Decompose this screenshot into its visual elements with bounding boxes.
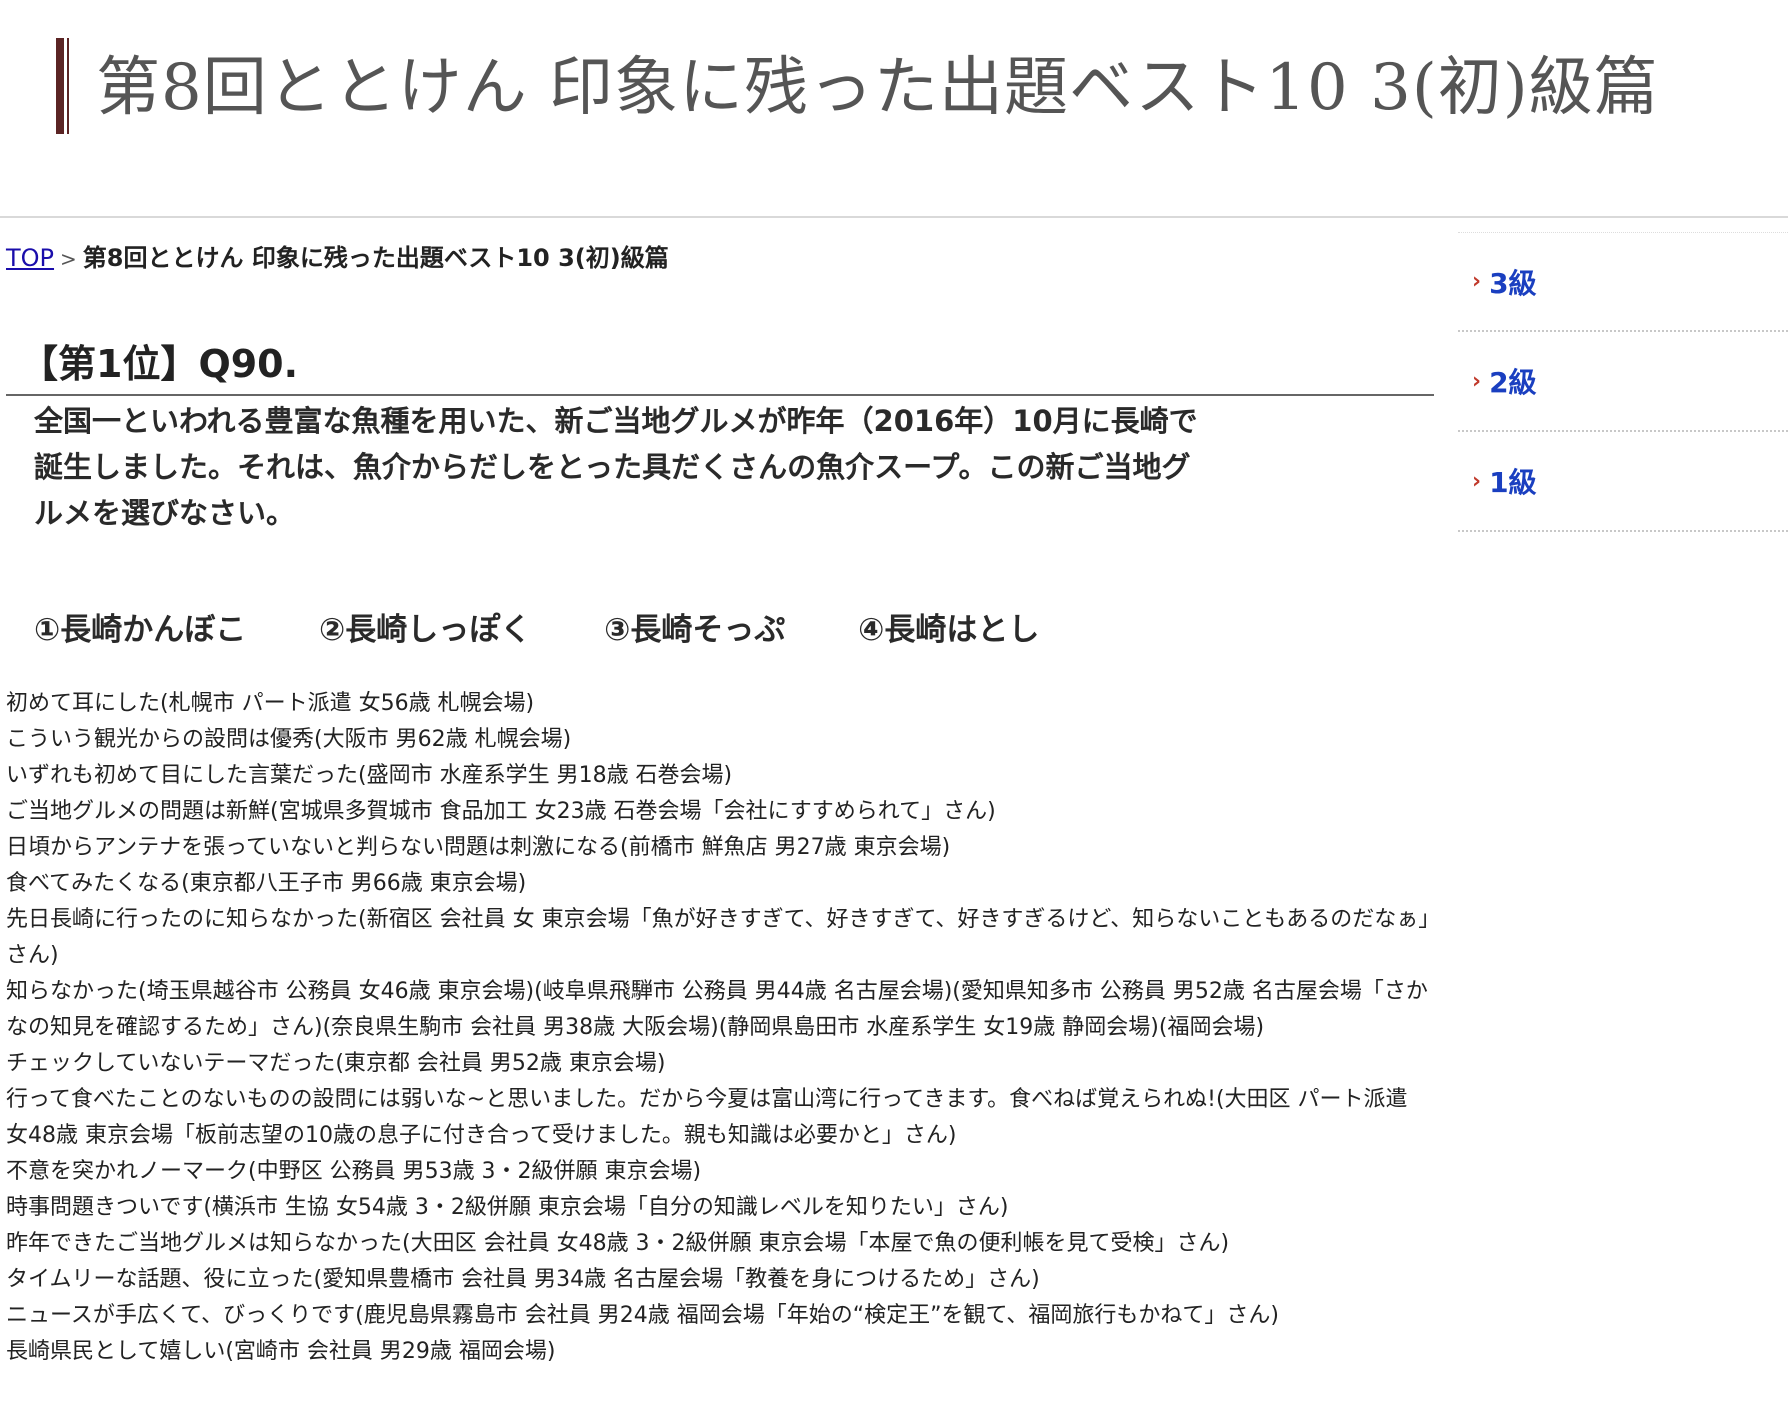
comment-item: 食べてみたくなる(東京都八王子市 男66歳 東京会場): [6, 871, 527, 896]
comment-item: 不意を突かれノーマーク(中野区 公務員 男53歳 3・2級併願 東京会場): [6, 1159, 702, 1184]
option-4: ④長崎はとし: [858, 612, 1040, 648]
option-2: ②長崎しっぽく: [319, 612, 532, 648]
chevron-right-icon: ›: [1472, 468, 1482, 494]
comment-item: ニュースが手広くて、びっくりです(鹿児島県霧島市 会社員 男24歳 福岡会場「年…: [6, 1303, 1279, 1328]
sidebar-item-grade1[interactable]: › 1級: [1458, 432, 1788, 532]
sidebar-item-label[interactable]: 1級: [1489, 461, 1536, 501]
question-text: 全国一といわれる豊富な魚種を用いた、新ご当地グルメが昨年（2016年）10月に長…: [34, 404, 1198, 530]
breadcrumb-top-link[interactable]: TOP: [6, 244, 54, 272]
comment-item: 時事問題きついです(横浜市 生協 女54歳 3・2級併願 東京会場「自分の知識レ…: [6, 1195, 1009, 1220]
page-title: 第8回ととけん 印象に残った出題ベスト10 3(初)級篇: [96, 51, 1659, 125]
site-header: 第8回ととけん 印象に残った出題ベスト10 3(初)級篇: [0, 0, 1788, 218]
comment-item: 行って食べたことのないものの設問には弱いな~と思いました。だから今夏は富山湾に行…: [6, 1087, 1408, 1148]
comment-item: 昨年できたご当地グルメは知らなかった(大田区 会社員 女48歳 3・2級併願 東…: [6, 1231, 1230, 1256]
comment-item: チェックしていないテーマだった(東京都 会社員 男52歳 東京会場): [6, 1051, 666, 1076]
comment-item: タイムリーな話題、役に立った(愛知県豊橋市 会社員 男34歳 名古屋会場「教養を…: [6, 1267, 1040, 1292]
comment-list: 初めて耳にした(札幌市 パート派遣 女56歳 札幌会場) こういう観光からの設問…: [6, 686, 1436, 1370]
comment-item: 先日長崎に行ったのに知らなかった(新宿区 会社員 女 東京会場「魚が好きすぎて、…: [6, 907, 1430, 968]
chevron-right-icon: ›: [1472, 269, 1482, 294]
sidebar-item-label[interactable]: 3級: [1489, 262, 1536, 302]
sidebar-item-label[interactable]: 2級: [1489, 361, 1536, 401]
comment-item: 知らなかった(埼玉県越谷市 公務員 女46歳 東京会場)(岐阜県飛騨市 公務員 …: [6, 979, 1428, 1040]
sidebar-item-grade2[interactable]: › 2級: [1458, 332, 1788, 432]
title-accent-line: [67, 38, 69, 134]
sidebar-nav: › 3級 › 2級 › 1級: [1458, 232, 1788, 532]
comment-item: 長崎県民として嬉しい(宮崎市 会社員 男29歳 福岡会場): [6, 1339, 556, 1364]
sidebar-item-grade3[interactable]: › 3級: [1458, 232, 1788, 332]
comment-item: 日頃からアンテナを張っていないと判らない問題は刺激になる(前橋市 鮮魚店 男27…: [6, 835, 951, 860]
option-3: ③長崎そっぷ: [604, 612, 786, 648]
comment-item: いずれも初めて目にした言葉だった(盛岡市 水産系学生 男18歳 石巻会場): [6, 763, 733, 788]
option-1: ①長崎かんぼこ: [34, 612, 247, 648]
breadcrumb-current: 第8回ととけん 印象に残った出題ベスト10 3(初)級篇: [82, 244, 669, 272]
breadcrumb: TOP > 第8回ととけん 印象に残った出題ベスト10 3(初)級篇: [6, 238, 669, 273]
breadcrumb-separator: >: [60, 247, 77, 271]
comment-item: ご当地グルメの問題は新鮮(宮城県多賀城市 食品加工 女23歳 石巻会場「会社にす…: [6, 799, 996, 824]
answer-options: ①長崎かんぼこ ②長崎しっぽく ③長崎そっぷ ④長崎はとし: [34, 604, 1101, 649]
title-accent-bar: [56, 38, 64, 134]
chevron-right-icon: ›: [1472, 368, 1482, 394]
comment-item: 初めて耳にした(札幌市 パート派遣 女56歳 札幌会場): [6, 691, 535, 716]
question-heading: 【第1位】Q90.: [6, 338, 1434, 396]
comment-item: こういう観光からの設問は優秀(大阪市 男62歳 札幌会場): [6, 727, 572, 752]
